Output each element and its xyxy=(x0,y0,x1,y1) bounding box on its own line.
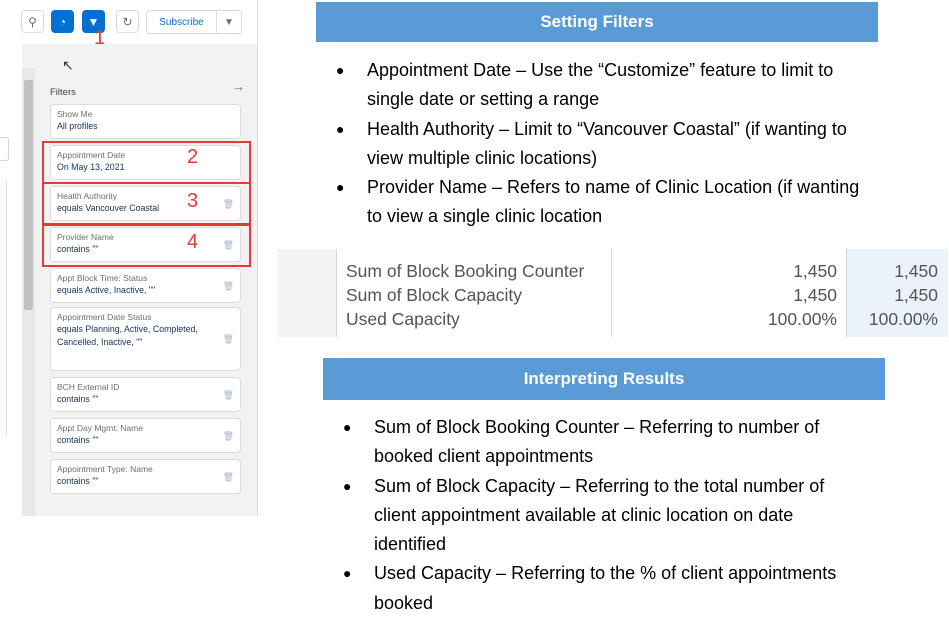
list-item: ● Appointment Date – Use the “Customize” … xyxy=(336,56,867,115)
report-toolbar: ⚲ ◔ ▼ ↻ Subscribe ▼ 1 xyxy=(0,0,257,49)
interpreting-results-list: ● Sum of Block Booking Counter – Referrin… xyxy=(343,413,869,618)
filter-card-value: contains "" xyxy=(57,476,99,486)
filter-card-bch-external-id[interactable]: BCH External ID contains "" 🗑 xyxy=(50,377,241,412)
bullet-icon: ● xyxy=(336,120,345,137)
filter-card-title: BCH External ID xyxy=(57,382,120,392)
refresh-icon: ↻ xyxy=(122,14,133,29)
highlight-box-2 xyxy=(42,141,251,184)
row-label: Used Capacity xyxy=(346,309,460,329)
subscribe-dropdown[interactable]: ▼ xyxy=(217,11,241,33)
highlight-box-3 xyxy=(42,182,251,225)
table-row: Used Capacity 100.00% 100.00% xyxy=(277,309,947,333)
bullet-icon: ● xyxy=(343,477,352,494)
filter-card-value: equals Active, Inactive, "" xyxy=(57,285,156,295)
list-item: ● Provider Name – Refers to name of Clini… xyxy=(336,173,867,232)
filter-card-appointment-date-status[interactable]: Appointment Date Status equals Planning,… xyxy=(50,307,241,371)
filter-card-show-me[interactable]: Show Me All profiles xyxy=(50,104,241,139)
filters-sidebar: ⚲ ◔ ▼ ↻ Subscribe ▼ 1 ↖ Filters → Show M… xyxy=(0,0,258,516)
trash-icon[interactable]: 🗑 xyxy=(223,334,234,345)
pie-chart-icon: ◔ xyxy=(58,14,67,29)
row-label: Sum of Block Capacity xyxy=(346,285,523,305)
filter-card-title: Appt Day Mgmt: Name xyxy=(57,423,143,433)
trash-icon[interactable]: 🗑 xyxy=(223,281,234,292)
mouse-cursor-icon: ↖ xyxy=(62,57,74,73)
bullet-icon: ● xyxy=(336,62,345,78)
filter-card-value: contains "" xyxy=(57,435,99,445)
filter-card-appt-block-time-status[interactable]: Appt Block Time: Status equals Active, I… xyxy=(50,268,241,303)
report-canvas-edge xyxy=(0,44,22,516)
row-value: 1,450 xyxy=(793,285,837,305)
filter-card-value: All profiles xyxy=(57,121,98,131)
row-total: 1,450 xyxy=(894,261,938,281)
trash-icon[interactable]: 🗑 xyxy=(223,431,234,442)
setting-filters-list: ● Appointment Date – Use the “Customize” … xyxy=(336,56,867,232)
filters-title: Filters xyxy=(50,87,76,98)
refresh-button[interactable]: ↻ xyxy=(116,10,139,33)
row-total: 1,450 xyxy=(894,285,938,305)
bullet-icon: ● xyxy=(343,419,352,435)
filters-header: Filters → xyxy=(50,79,245,98)
bullet-icon: ● xyxy=(343,565,352,582)
arrow-right-icon[interactable]: → xyxy=(232,79,245,94)
search-button[interactable]: ⚲ xyxy=(21,10,44,33)
list-item: ● Health Authority – Limit to “Vancouver … xyxy=(336,115,867,174)
canvas-field-edge xyxy=(0,137,9,161)
subscribe-button-group: Subscribe ▼ xyxy=(146,10,242,34)
filter-card-title: Show Me xyxy=(57,109,93,119)
scrollbar-thumb[interactable] xyxy=(24,80,33,310)
chart-button[interactable]: ◔ xyxy=(51,10,74,33)
row-value: 100.00% xyxy=(767,309,837,329)
row-value: 1,450 xyxy=(793,261,837,281)
chevron-down-icon: ▼ xyxy=(224,16,234,28)
annotation-number-3: 3 xyxy=(187,190,199,212)
highlight-box-4 xyxy=(42,224,251,267)
canvas-table-edge xyxy=(0,179,7,437)
annotation-number-2: 2 xyxy=(187,146,199,168)
filter-card-title: Appointment Type: Name xyxy=(57,464,153,474)
filter-card-title: Appointment Date Status xyxy=(57,312,152,322)
filter-card-title: Appt Block Time: Status xyxy=(57,273,148,283)
trash-icon[interactable]: 🗑 xyxy=(223,390,234,401)
bullet-icon: ● xyxy=(336,179,345,196)
table-row: Sum of Block Booking Counter 1,450 1,450 xyxy=(277,261,947,285)
annotation-number-1: 1 xyxy=(94,27,106,49)
table-row: Sum of Block Capacity 1,450 1,450 xyxy=(277,285,947,309)
annotation-number-4: 4 xyxy=(187,231,199,253)
setting-filters-heading: Setting Filters xyxy=(316,2,878,42)
filter-card-value: equals Planning, Active, Completed, Canc… xyxy=(57,324,198,347)
interpreting-results-heading: Interpreting Results xyxy=(323,358,885,400)
list-item: ● Sum of Block Capacity – Referring to th… xyxy=(343,472,869,560)
results-table: Sum of Block Booking Counter 1,450 1,450… xyxy=(277,249,948,337)
row-label: Sum of Block Booking Counter xyxy=(346,261,585,281)
search-icon: ⚲ xyxy=(28,14,37,29)
list-item: ● Used Capacity – Referring to the % of c… xyxy=(343,559,869,618)
filter-card-appointment-type-name[interactable]: Appointment Type: Name contains "" 🗑 xyxy=(50,459,241,494)
list-item: ● Sum of Block Booking Counter – Referrin… xyxy=(343,413,869,472)
trash-icon[interactable]: 🗑 xyxy=(223,472,234,483)
subscribe-button[interactable]: Subscribe xyxy=(147,11,217,33)
filter-card-value: contains "" xyxy=(57,394,99,404)
filter-card-appt-day-mgmt-name[interactable]: Appt Day Mgmt: Name contains "" 🗑 xyxy=(50,418,241,453)
row-total: 100.00% xyxy=(868,309,938,329)
